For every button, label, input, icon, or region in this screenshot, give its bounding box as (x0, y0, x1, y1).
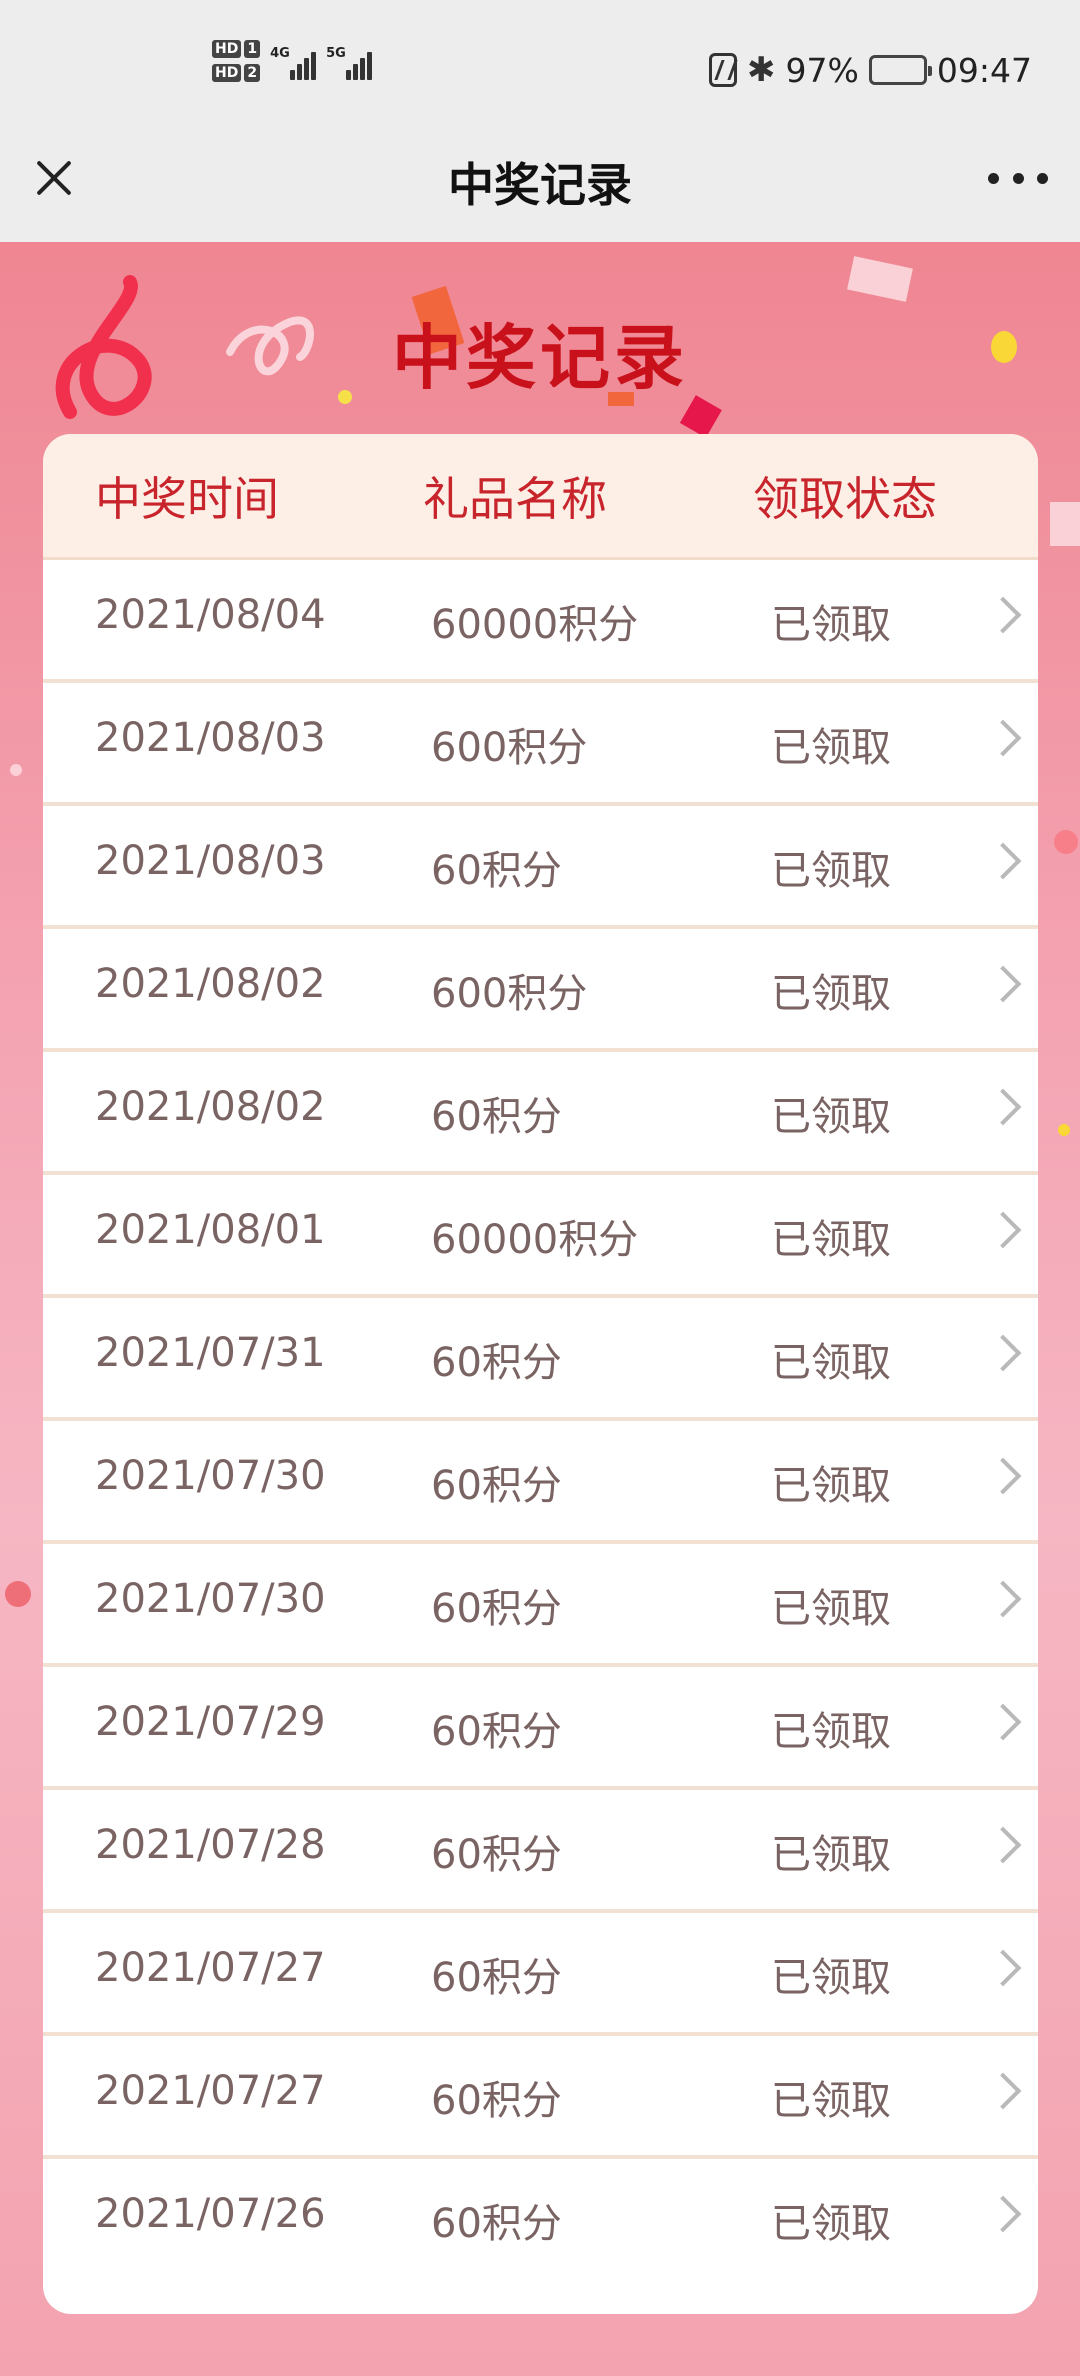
row-date: 2021/07/27 (95, 2068, 326, 2114)
row-date: 2021/07/29 (95, 1699, 326, 1745)
hd-sim1: HD 1 (212, 40, 261, 58)
row-date: 2021/08/03 (95, 715, 326, 761)
row-status: 已领取 (771, 602, 891, 648)
chevron-right-icon (984, 1826, 1022, 1864)
row-date: 2021/07/27 (95, 1945, 326, 1991)
row-date: 2021/07/28 (95, 1822, 326, 1868)
row-gift: 60000积分 (431, 1217, 639, 1263)
row-gift: 60积分 (431, 2201, 562, 2247)
content-area: 中奖记录 中奖时间 礼品名称 领取状态 2021/08/04 60000积分 已领取… (0, 242, 1080, 2376)
table-row[interactable]: 2021/07/27 60积分 已领取 (43, 2036, 1038, 2159)
row-date: 2021/07/30 (95, 1453, 326, 1499)
row-gift: 600积分 (431, 725, 588, 771)
row-gift: 60积分 (431, 1463, 562, 1509)
chevron-right-icon (984, 965, 1022, 1003)
row-gift: 60积分 (431, 848, 562, 894)
row-gift: 60积分 (431, 1709, 562, 1755)
chevron-right-icon (984, 2195, 1022, 2233)
chevron-right-icon (984, 2072, 1022, 2110)
row-date: 2021/07/31 (95, 1330, 326, 1376)
row-date: 2021/07/30 (95, 1576, 326, 1622)
chevron-right-icon (984, 842, 1022, 880)
chevron-right-icon (984, 1088, 1022, 1126)
bluetooth-icon: ✱ (747, 50, 776, 90)
signal-5g-icon: 5G (326, 40, 373, 80)
chevron-right-icon (984, 1211, 1022, 1249)
clock: 09:47 (936, 50, 1032, 90)
table-row[interactable]: 2021/07/30 60积分 已领取 (43, 1544, 1038, 1667)
row-gift: 60积分 (431, 1832, 562, 1878)
header-date: 中奖时间 (95, 471, 279, 526)
record-list: 2021/08/04 60000积分 已领取 2021/08/03 600积分 已领取 … (43, 560, 1038, 2282)
row-date: 2021/08/02 (95, 1084, 326, 1130)
row-status: 已领取 (771, 848, 891, 894)
row-status: 已领取 (771, 2201, 891, 2247)
table-row[interactable]: 2021/07/29 60积分 已领取 (43, 1667, 1038, 1790)
header-gift: 礼品名称 (423, 471, 607, 526)
nav-bar: 中奖记录 (0, 135, 1080, 242)
more-icon[interactable] (988, 163, 1048, 193)
battery-icon (868, 55, 932, 85)
table-row[interactable]: 2021/07/28 60积分 已领取 (43, 1790, 1038, 1913)
status-right: ✱ 97% 09:47 (709, 40, 1032, 100)
signal-area: HD 1 HD 2 4G 5G (212, 40, 373, 96)
row-gift: 60积分 (431, 1094, 562, 1140)
row-gift: 60积分 (431, 2078, 562, 2124)
row-date: 2021/08/01 (95, 1207, 326, 1253)
chevron-right-icon (984, 1580, 1022, 1618)
row-date: 2021/08/03 (95, 838, 326, 884)
row-gift: 60积分 (431, 1586, 562, 1632)
table-row[interactable]: 2021/08/01 60000积分 已领取 (43, 1175, 1038, 1298)
page-heading: 中奖记录 (392, 317, 688, 399)
table-row[interactable]: 2021/08/02 600积分 已领取 (43, 929, 1038, 1052)
signal-4g-icon: 4G (270, 40, 317, 80)
status-bar: HD 1 HD 2 4G 5G ✱ 97% 09:47 (0, 0, 1080, 135)
row-gift: 60积分 (431, 1340, 562, 1386)
hd-sim2: HD 2 (212, 64, 261, 82)
table-row[interactable]: 2021/07/30 60积分 已领取 (43, 1421, 1038, 1544)
row-status: 已领取 (771, 2078, 891, 2124)
table-row[interactable]: 2021/08/02 60积分 已领取 (43, 1052, 1038, 1175)
row-gift: 60000积分 (431, 602, 639, 648)
row-status: 已领取 (771, 1709, 891, 1755)
table-header: 中奖时间 礼品名称 领取状态 (43, 434, 1038, 560)
chevron-right-icon (984, 1949, 1022, 1987)
chevron-right-icon (984, 719, 1022, 757)
row-status: 已领取 (771, 1955, 891, 2001)
row-status: 已领取 (771, 1217, 891, 1263)
row-status: 已领取 (771, 1094, 891, 1140)
row-status: 已领取 (771, 1463, 891, 1509)
chevron-right-icon (984, 1457, 1022, 1495)
chevron-right-icon (984, 596, 1022, 634)
table-row[interactable]: 2021/08/04 60000积分 已领取 (43, 560, 1038, 683)
row-gift: 600积分 (431, 971, 588, 1017)
row-date: 2021/08/02 (95, 961, 326, 1007)
table-row[interactable]: 2021/07/26 60积分 已领取 (43, 2159, 1038, 2282)
table-row[interactable]: 2021/07/31 60积分 已领取 (43, 1298, 1038, 1421)
table-row[interactable]: 2021/08/03 60积分 已领取 (43, 806, 1038, 929)
row-date: 2021/08/04 (95, 592, 326, 638)
header-status: 领取状态 (753, 471, 937, 526)
table-row[interactable]: 2021/07/27 60积分 已领取 (43, 1913, 1038, 2036)
battery-percent: 97% (785, 50, 859, 90)
nfc-icon (709, 53, 738, 87)
row-status: 已领取 (771, 1586, 891, 1632)
row-status: 已领取 (771, 1832, 891, 1878)
chevron-right-icon (984, 1703, 1022, 1741)
table-row[interactable]: 2021/08/03 600积分 已领取 (43, 683, 1038, 806)
row-status: 已领取 (771, 971, 891, 1017)
chevron-right-icon (984, 1334, 1022, 1372)
row-status: 已领取 (771, 725, 891, 771)
row-gift: 60积分 (431, 1955, 562, 2001)
record-table: 中奖时间 礼品名称 领取状态 2021/08/04 60000积分 已领取 2021… (43, 434, 1038, 2314)
row-date: 2021/07/26 (95, 2191, 326, 2237)
row-status: 已领取 (771, 1340, 891, 1386)
nav-title: 中奖记录 (448, 158, 632, 212)
